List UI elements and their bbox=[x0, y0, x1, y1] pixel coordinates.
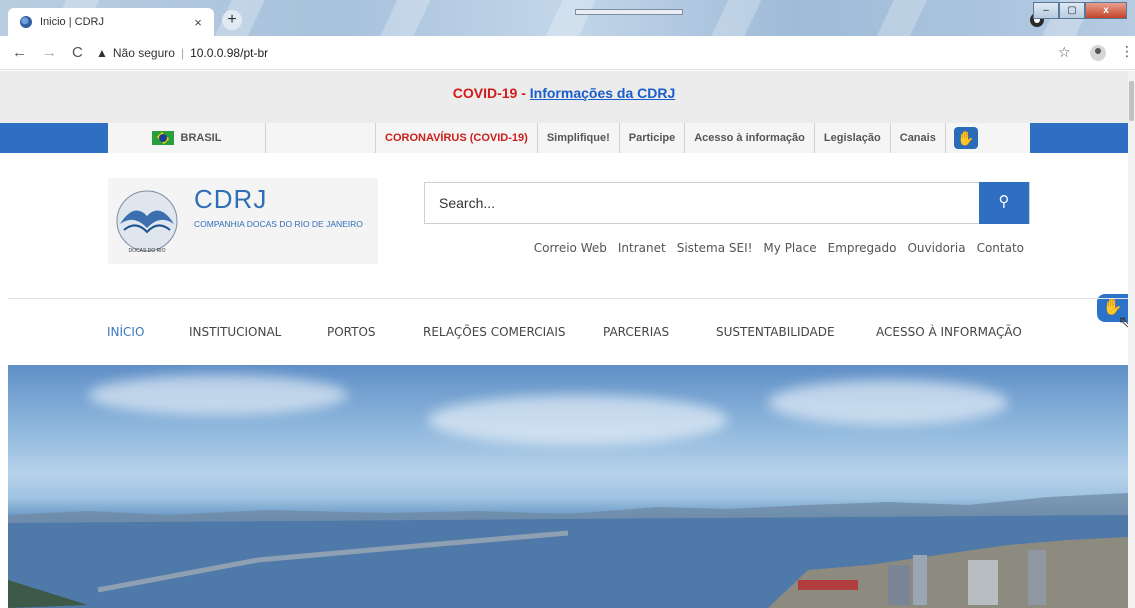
covid-banner: COVID-19 - Informações da CDRJ bbox=[0, 71, 1128, 123]
account-icon[interactable] bbox=[1090, 45, 1106, 61]
gov-link-acesso-informacao[interactable]: Acesso à informação bbox=[685, 123, 815, 153]
new-tab-button[interactable]: + bbox=[222, 10, 242, 30]
browser-tab[interactable]: Inicio | CDRJ × bbox=[8, 8, 214, 36]
minimize-button[interactable]: – bbox=[1033, 2, 1059, 19]
gov-link-legislacao[interactable]: Legislação bbox=[815, 123, 891, 153]
tab-title: Inicio | CDRJ bbox=[40, 16, 104, 28]
utility-link-my-place[interactable]: My Place bbox=[763, 241, 816, 255]
cdrj-favicon-icon bbox=[20, 16, 32, 28]
utility-link-contato[interactable]: Contato bbox=[977, 241, 1024, 255]
brasil-link[interactable]: BRASIL bbox=[108, 123, 266, 153]
search-input[interactable] bbox=[425, 183, 981, 223]
nav-item-institucional[interactable]: INSTITUCIONAL bbox=[189, 325, 281, 339]
page-scrollbar[interactable] bbox=[1128, 71, 1135, 608]
utility-link-ouvidoria[interactable]: Ouvidoria bbox=[907, 241, 965, 255]
browser-menu-icon[interactable]: ⋮ bbox=[1120, 43, 1134, 60]
nav-item-inicio[interactable]: INÍCIO bbox=[107, 325, 144, 339]
back-icon[interactable]: ← bbox=[12, 44, 27, 61]
brazil-flag-icon bbox=[151, 131, 174, 145]
search-button[interactable]: ⚲ bbox=[979, 182, 1029, 224]
search-icon: ⚲ bbox=[998, 193, 1010, 210]
title-slot bbox=[575, 9, 683, 15]
scrollbar-thumb[interactable] bbox=[1129, 81, 1134, 121]
sign-language-icon[interactable]: ✋ bbox=[953, 127, 978, 149]
logo-name: CDRJ bbox=[194, 184, 268, 214]
covid-info-link[interactable]: Informações da CDRJ bbox=[530, 85, 675, 101]
government-bar-inner: BRASIL CORONAVÍRUS (COVID-19) Simplifiqu… bbox=[108, 123, 1030, 153]
bookmark-star-icon[interactable]: ☆ bbox=[1058, 44, 1071, 61]
covid-banner-prefix: COVID-19 - bbox=[452, 85, 530, 101]
cdrj-logo[interactable]: DOCAS DO RIO CDRJ COMPANHIA DOCAS DO RIO… bbox=[108, 178, 378, 264]
browser-titlebar: Inicio | CDRJ × + – ▢ x bbox=[0, 0, 1135, 36]
gov-link-canais[interactable]: Canais bbox=[891, 123, 946, 153]
browser-toolbar: ← → C ▲ Não seguro | 10.0.0.98/pt-br ☆ ⋮ bbox=[0, 36, 1135, 70]
nav-item-sustentabilidade[interactable]: SUSTENTABILIDADE bbox=[716, 325, 835, 339]
utility-link-correio-web[interactable]: Correio Web bbox=[534, 241, 607, 255]
warning-icon: ▲ bbox=[96, 46, 108, 60]
utility-link-intranet[interactable]: Intranet bbox=[618, 241, 666, 255]
web-page: COVID-19 - Informações da CDRJ BRASIL CO… bbox=[0, 71, 1135, 608]
docas-emblem-icon: DOCAS DO RIO bbox=[116, 190, 178, 254]
utility-links: Correio Web Intranet Sistema SEI! My Pla… bbox=[523, 241, 1024, 255]
nav-item-acesso-informacao[interactable]: ACESSO À INFORMAÇÃO bbox=[876, 325, 1022, 339]
nav-item-parcerias[interactable]: PARCERIAS bbox=[603, 325, 669, 339]
brasil-label: BRASIL bbox=[180, 132, 222, 144]
reload-icon[interactable]: C bbox=[72, 44, 83, 61]
gov-bar-spacer bbox=[266, 123, 376, 153]
maximize-button[interactable]: ▢ bbox=[1059, 2, 1085, 19]
tab-close-icon[interactable]: × bbox=[190, 15, 206, 30]
gov-link-participe[interactable]: Participe bbox=[620, 123, 686, 153]
government-bar: BRASIL CORONAVÍRUS (COVID-19) Simplifiqu… bbox=[0, 123, 1128, 153]
main-navigation: INÍCIO INSTITUCIONAL PORTOS RELAÇÕES COM… bbox=[0, 299, 1128, 363]
bay-landscape bbox=[8, 493, 1128, 608]
hero-image-rio-bay bbox=[8, 365, 1128, 608]
site-header: DOCAS DO RIO CDRJ COMPANHIA DOCAS DO RIO… bbox=[0, 153, 1128, 298]
search-box: ⚲ bbox=[424, 182, 1030, 224]
logo-subtitle: COMPANHIA DOCAS DO RIO DE JANEIRO bbox=[194, 219, 363, 229]
gov-link-coronavirus[interactable]: CORONAVÍRUS (COVID-19) bbox=[376, 123, 538, 153]
address-bar[interactable]: ▲ Não seguro | 10.0.0.98/pt-br bbox=[96, 42, 1046, 64]
nav-item-portos[interactable]: PORTOS bbox=[327, 325, 376, 339]
utility-link-sistema-sei[interactable]: Sistema SEI! bbox=[677, 241, 753, 255]
url-text: 10.0.0.98/pt-br bbox=[190, 46, 269, 60]
nav-item-relacoes-comerciais[interactable]: RELAÇÕES COMERCIAIS bbox=[423, 325, 566, 339]
gov-link-simplifique[interactable]: Simplifique! bbox=[538, 123, 620, 153]
close-window-button[interactable]: x bbox=[1085, 2, 1127, 19]
window-controls: – ▢ x bbox=[1033, 2, 1127, 19]
svg-text:DOCAS DO RIO: DOCAS DO RIO bbox=[129, 248, 166, 254]
separator: | bbox=[180, 46, 185, 60]
utility-link-empregado[interactable]: Empregado bbox=[828, 241, 897, 255]
security-label: Não seguro bbox=[112, 46, 175, 60]
forward-icon[interactable]: → bbox=[42, 44, 57, 61]
